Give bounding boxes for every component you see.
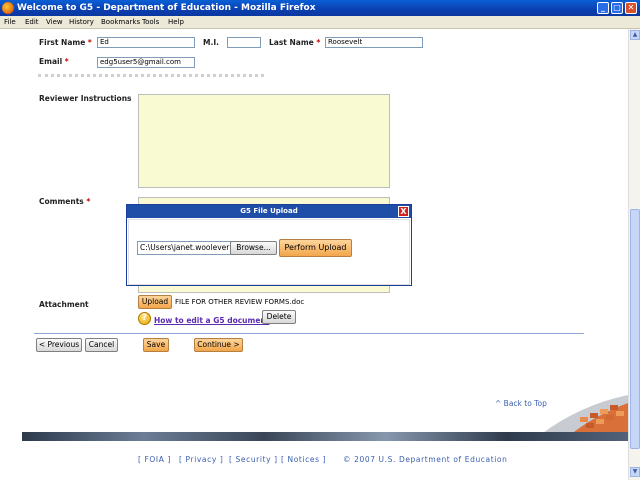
- dialog-close-icon[interactable]: X: [398, 206, 409, 217]
- cancel-button[interactable]: Cancel: [85, 338, 118, 352]
- firefox-icon: [2, 2, 14, 14]
- comments-label: Comments *: [39, 197, 91, 206]
- delete-button[interactable]: Delete: [262, 310, 296, 324]
- help-link[interactable]: How to edit a G5 document: [154, 316, 269, 325]
- last-name-label: Last Name *: [269, 38, 321, 47]
- minimize-icon[interactable]: _: [597, 2, 609, 14]
- attachment-label: Attachment: [39, 300, 89, 309]
- section-divider: [34, 333, 584, 334]
- help-icon: ?: [138, 312, 151, 325]
- vertical-scrollbar[interactable]: ▲ ▼: [628, 29, 640, 480]
- footer-banner: [22, 432, 628, 441]
- maximize-icon[interactable]: □: [611, 2, 623, 14]
- email-label: Email *: [39, 57, 69, 66]
- footer-security-link[interactable]: [ Security ]: [229, 455, 278, 464]
- email-field[interactable]: edg5user5@gmail.com: [97, 57, 195, 68]
- footer-foia-link[interactable]: [ FOIA ]: [138, 455, 171, 464]
- last-name-field[interactable]: Roosevelt: [325, 37, 423, 48]
- first-name-field[interactable]: Ed: [97, 37, 195, 48]
- close-window-icon[interactable]: ✕: [625, 2, 637, 14]
- first-name-label: First Name *: [39, 38, 92, 47]
- browse-button[interactable]: Browse...: [230, 241, 277, 255]
- footer-copyright: © 2007 U.S. Department of Education: [343, 455, 508, 464]
- footer-notices-link[interactable]: [ Notices ]: [281, 455, 326, 464]
- file-upload-dialog: G5 File Upload X C:\Users\janet.woolever…: [126, 204, 412, 286]
- divider-dotted: [38, 74, 264, 78]
- scroll-up-icon[interactable]: ▲: [630, 30, 640, 40]
- menu-file[interactable]: File: [4, 18, 16, 26]
- menu-view[interactable]: View: [46, 18, 63, 26]
- continue-button[interactable]: Continue >: [194, 338, 243, 352]
- save-button[interactable]: Save: [143, 338, 169, 352]
- menu-history[interactable]: History: [69, 18, 94, 26]
- menu-bookmarks[interactable]: Bookmarks: [101, 18, 140, 26]
- scroll-down-icon[interactable]: ▼: [630, 467, 640, 477]
- menu-tools[interactable]: Tools: [142, 18, 159, 26]
- dialog-title: G5 File Upload: [127, 205, 411, 218]
- file-path-field[interactable]: C:\Users\janet.woolever: [137, 241, 231, 255]
- attachment-filename: FILE FOR OTHER REVIEW FORMS.doc: [175, 298, 305, 306]
- perform-upload-button[interactable]: Perform Upload: [279, 239, 352, 257]
- reviewer-instructions-textarea: [138, 94, 390, 188]
- footer-privacy-link[interactable]: [ Privacy ]: [179, 455, 223, 464]
- window-title: Welcome to G5 - Department of Education …: [17, 3, 316, 13]
- mi-field[interactable]: [227, 37, 261, 48]
- decorative-corner-image: [540, 395, 628, 435]
- window-title-bar: Welcome to G5 - Department of Education …: [0, 0, 640, 16]
- upload-button[interactable]: Upload: [138, 295, 172, 309]
- dialog-body: C:\Users\janet.woolever Browse... Perfor…: [128, 219, 410, 285]
- reviewer-instructions-label: Reviewer Instructions: [39, 94, 132, 103]
- previous-button[interactable]: < Previous: [36, 338, 82, 352]
- menu-help[interactable]: Help: [168, 18, 184, 26]
- menu-bar: File Edit View History Bookmarks Tools H…: [0, 16, 640, 29]
- mi-label: M.I.: [203, 38, 219, 47]
- menu-edit[interactable]: Edit: [25, 18, 39, 26]
- scroll-thumb[interactable]: [630, 209, 640, 449]
